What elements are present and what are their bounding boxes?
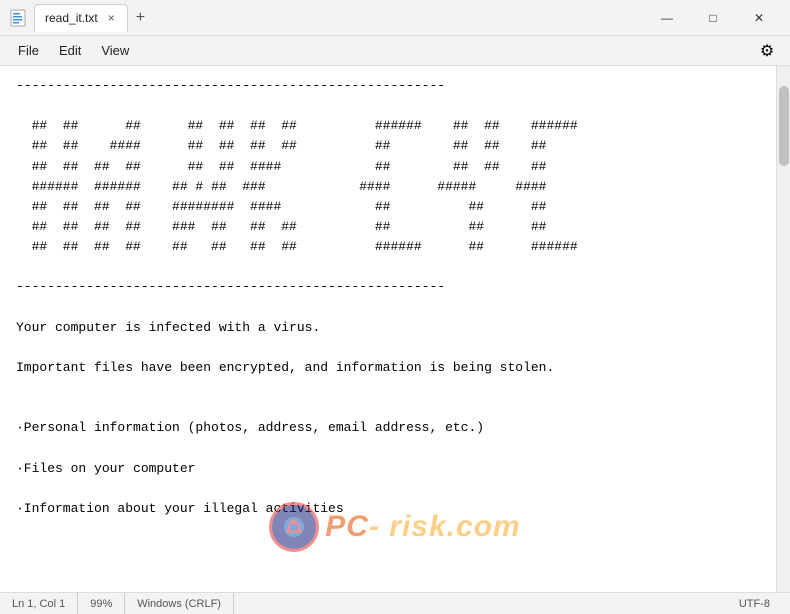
menu-view[interactable]: View [91,41,139,60]
scrollbar[interactable] [776,66,790,592]
status-encoding[interactable]: UTF-8 [727,593,782,614]
menu-edit[interactable]: Edit [49,41,91,60]
close-button[interactable]: ✕ [736,0,782,36]
maximize-button[interactable]: □ [690,0,736,36]
status-bar: Ln 1, Col 1 99% Windows (CRLF) UTF-8 [0,592,790,614]
title-bar: read_it.txt × + — □ ✕ [0,0,790,36]
new-tab-button[interactable]: + [128,9,153,27]
status-zoom[interactable]: 99% [78,593,125,614]
status-position: Ln 1, Col 1 [8,593,78,614]
tab-label: read_it.txt [45,11,98,25]
tab-close-button[interactable]: × [106,11,117,25]
tab-read-it[interactable]: read_it.txt × [34,4,128,32]
scroll-thumb[interactable] [779,86,789,166]
menu-bar: File Edit View ⚙ [0,36,790,66]
tab-container: read_it.txt × + [34,4,644,32]
editor-content[interactable]: ----------------------------------------… [0,66,776,592]
status-line-ending[interactable]: Windows (CRLF) [125,593,234,614]
editor-wrapper: ----------------------------------------… [0,66,790,592]
app-icon [8,8,28,28]
minimize-button[interactable]: — [644,0,690,36]
settings-icon[interactable]: ⚙ [752,36,782,66]
window-controls: — □ ✕ [644,0,782,36]
menu-file[interactable]: File [8,41,49,60]
